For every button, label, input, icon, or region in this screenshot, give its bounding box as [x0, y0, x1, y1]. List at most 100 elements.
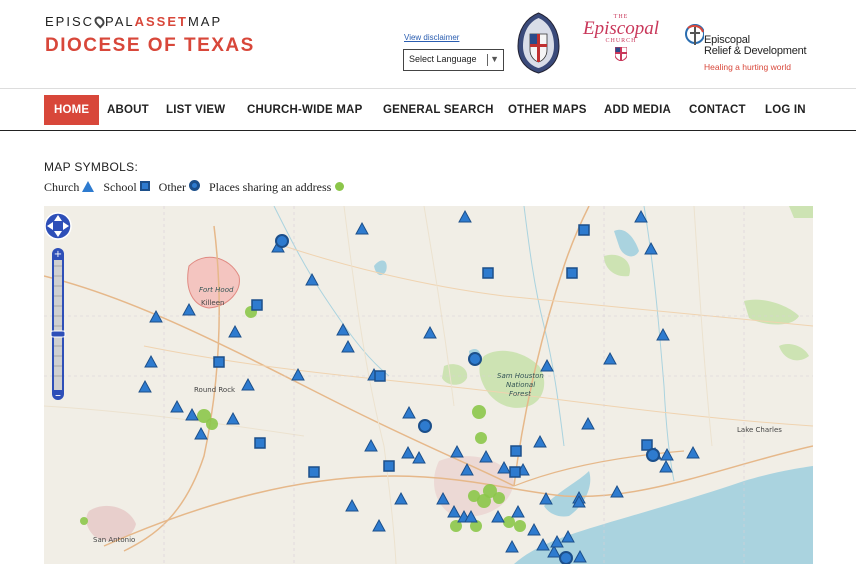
- lake: [614, 229, 639, 257]
- shared-marker[interactable]: [80, 517, 88, 525]
- diocese-seal-logo[interactable]: [517, 12, 560, 74]
- nav-log-in[interactable]: LOG IN: [765, 95, 806, 125]
- nav-home[interactable]: HOME: [44, 95, 100, 125]
- church-marker[interactable]: [491, 509, 505, 523]
- school-marker[interactable]: [251, 299, 263, 311]
- church-marker[interactable]: [402, 405, 416, 419]
- river: [273, 206, 390, 377]
- nav-contact[interactable]: CONTACT: [689, 95, 746, 125]
- legend-shared: Places sharing an address: [209, 180, 345, 194]
- church-marker[interactable]: [659, 459, 673, 473]
- church-marker[interactable]: [511, 504, 525, 518]
- episcopal-church-logo[interactable]: THE Episcopal CHURCH: [574, 14, 668, 61]
- church-shield-icon: [615, 47, 627, 61]
- church-marker[interactable]: [527, 522, 541, 536]
- school-marker[interactable]: [213, 356, 225, 368]
- church-marker[interactable]: [533, 434, 547, 448]
- church-marker[interactable]: [185, 407, 199, 421]
- other-place-marker[interactable]: [559, 551, 573, 564]
- shared-marker[interactable]: [493, 492, 505, 504]
- church-marker[interactable]: [182, 302, 196, 316]
- label-sam-houston-2: National: [506, 381, 536, 389]
- other-place-icon: [189, 180, 200, 191]
- school-marker[interactable]: [482, 267, 494, 279]
- language-select[interactable]: Select Language ▼: [403, 49, 504, 71]
- language-select-value: Select Language: [409, 54, 477, 64]
- nav-general-search[interactable]: GENERAL SEARCH: [383, 95, 494, 125]
- church-marker[interactable]: [372, 518, 386, 532]
- nav-church-wide-map[interactable]: CHURCH-WIDE MAP: [247, 95, 362, 125]
- church-marker[interactable]: [479, 449, 493, 463]
- church-marker[interactable]: [341, 339, 355, 353]
- zoom-out-button[interactable]: –: [55, 388, 61, 402]
- church-marker[interactable]: [144, 354, 158, 368]
- zoom-slider-bar[interactable]: [54, 260, 62, 390]
- church-marker[interactable]: [170, 399, 184, 413]
- school-marker[interactable]: [578, 224, 590, 236]
- church-marker[interactable]: [345, 498, 359, 512]
- school-marker[interactable]: [510, 445, 522, 457]
- legend-school: School: [103, 180, 150, 194]
- shared-marker[interactable]: [472, 405, 486, 419]
- zoom-in-button[interactable]: +: [54, 249, 62, 260]
- map-view[interactable]: Fort Hood Killeen Round Rock Sam Houston…: [44, 206, 813, 564]
- church-marker[interactable]: [581, 416, 595, 430]
- church-marker[interactable]: [394, 491, 408, 505]
- site-logo[interactable]: EPISC PALASSETMAP DIOCESE OF TEXAS: [45, 14, 255, 57]
- church-marker[interactable]: [660, 447, 674, 461]
- label-killeen: Killeen: [201, 299, 225, 307]
- church-marker[interactable]: [226, 411, 240, 425]
- shared-marker[interactable]: [206, 418, 218, 430]
- nav-list-view[interactable]: LIST VIEW: [166, 95, 225, 125]
- school-marker[interactable]: [374, 370, 386, 382]
- church-marker[interactable]: [603, 351, 617, 365]
- pan-control[interactable]: [44, 212, 72, 240]
- disclaimer-link[interactable]: View disclaimer: [404, 33, 459, 42]
- church-marker[interactable]: [355, 221, 369, 235]
- zoom-control: + –: [44, 212, 72, 402]
- church-marker[interactable]: [686, 445, 700, 459]
- church-marker[interactable]: [458, 209, 472, 223]
- school-marker[interactable]: [509, 466, 521, 478]
- school-marker[interactable]: [308, 466, 320, 478]
- shared-marker[interactable]: [503, 516, 515, 528]
- church-marker[interactable]: [450, 444, 464, 458]
- church-marker[interactable]: [505, 539, 519, 553]
- church-marker[interactable]: [194, 426, 208, 440]
- church-marker[interactable]: [241, 377, 255, 391]
- school-marker[interactable]: [566, 267, 578, 279]
- other-place-marker[interactable]: [418, 419, 432, 433]
- school-marker[interactable]: [383, 460, 395, 472]
- school-marker[interactable]: [254, 437, 266, 449]
- road: [693, 206, 713, 447]
- other-place-marker[interactable]: [468, 352, 482, 366]
- church-icon: [82, 181, 95, 192]
- nav-about[interactable]: ABOUT: [107, 95, 149, 125]
- label-san-antonio: San Antonio: [93, 536, 136, 544]
- church-marker[interactable]: [228, 324, 242, 338]
- church-marker[interactable]: [305, 272, 319, 286]
- church-marker[interactable]: [401, 445, 415, 459]
- shared-marker[interactable]: [514, 520, 526, 532]
- erd-line2: Relief & Development: [704, 45, 807, 57]
- church-marker[interactable]: [412, 450, 426, 464]
- church-marker[interactable]: [423, 325, 437, 339]
- church-marker[interactable]: [644, 241, 658, 255]
- church-marker[interactable]: [138, 379, 152, 393]
- nav-other-maps[interactable]: OTHER MAPS: [508, 95, 587, 125]
- church-marker[interactable]: [610, 484, 624, 498]
- site-title: DIOCESE OF TEXAS: [45, 35, 255, 56]
- highway: [44, 275, 515, 487]
- church-marker[interactable]: [540, 358, 554, 372]
- nav-add-media[interactable]: ADD MEDIA: [604, 95, 671, 125]
- other-place-marker[interactable]: [275, 234, 289, 248]
- shared-marker[interactable]: [475, 432, 487, 444]
- forest-area: [604, 254, 630, 277]
- forest-area: [442, 364, 468, 385]
- church-marker[interactable]: [364, 438, 378, 452]
- river: [523, 206, 565, 447]
- other-place-marker[interactable]: [646, 448, 660, 462]
- map-symbols-title: MAP SYMBOLS:: [44, 160, 139, 174]
- zoom-slider-handle[interactable]: [50, 330, 66, 338]
- erd-tagline: Healing a hurting world: [704, 62, 791, 72]
